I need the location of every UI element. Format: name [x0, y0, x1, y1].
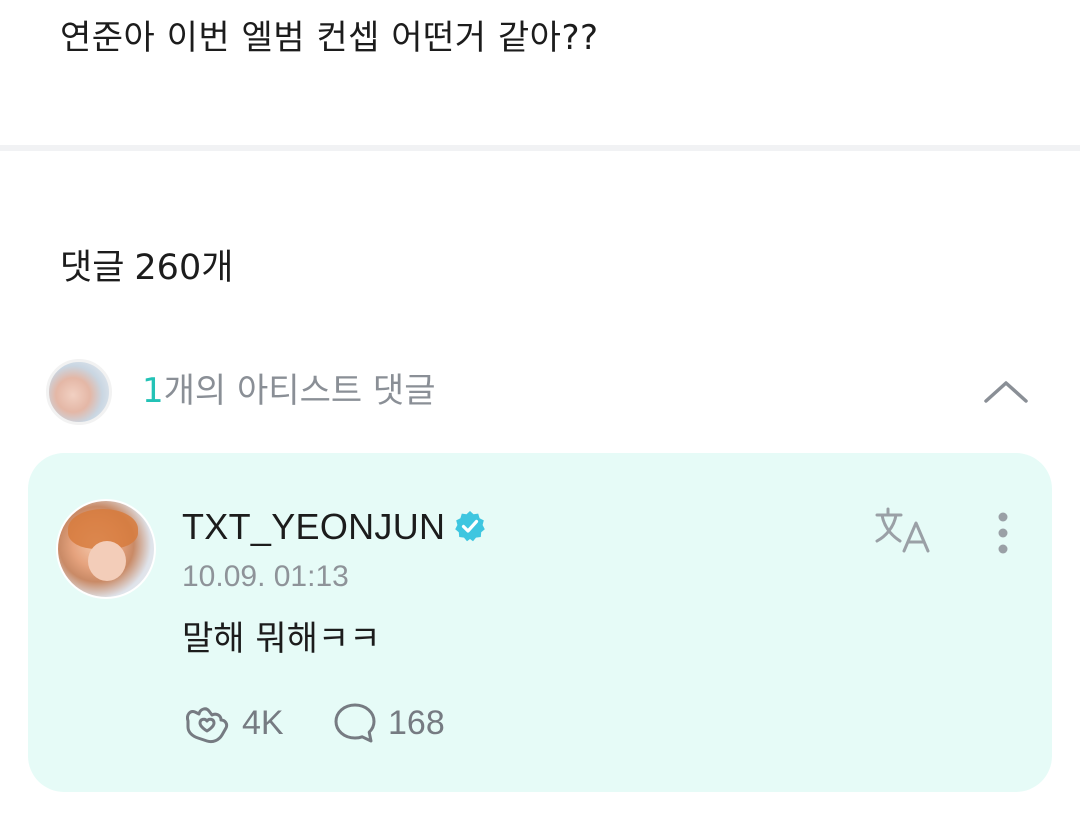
artist-comments-count: 1	[142, 371, 164, 411]
artist-comments-toggle[interactable]: 1개의 아티스트 댓글	[44, 357, 1044, 427]
reply-button[interactable]: 168	[332, 699, 445, 747]
heart-hand-icon	[186, 707, 229, 744]
translate-icon[interactable]	[874, 503, 934, 557]
comment-username[interactable]: TXT_YEONJUN	[182, 506, 445, 547]
reply-count: 168	[388, 703, 445, 742]
chevron-up-icon[interactable]	[980, 367, 1032, 415]
artist-comments-text: 개의 아티스트 댓글	[163, 371, 436, 411]
more-vertical-icon[interactable]	[988, 509, 1018, 557]
comment-timestamp: 10.09. 01:13	[182, 560, 349, 593]
like-count: 4K	[242, 703, 284, 742]
artist-comments-label: 1개의 아티스트 댓글	[142, 367, 436, 415]
avatar-face	[88, 541, 126, 581]
artist-comment-card: TXT_YEONJUN 10.09. 01:13 말해 뭐해ㅋㅋ 4K 168	[28, 453, 1052, 792]
like-button[interactable]: 4K	[182, 699, 284, 747]
post-text: 연준아 이번 엘범 컨셉 어떤거 같아??	[60, 18, 599, 58]
verified-badge-icon	[455, 511, 486, 542]
speech-bubble-icon	[334, 703, 376, 743]
comment-body: 말해 뭐해ㅋㅋ	[182, 619, 381, 659]
comments-count: 260개	[134, 248, 234, 288]
artist-mini-avatar	[46, 359, 112, 425]
user-avatar[interactable]	[56, 499, 156, 599]
section-divider	[0, 145, 1080, 151]
comment-username-row: TXT_YEONJUN	[182, 505, 487, 549]
comments-label: 댓글	[60, 248, 125, 288]
comments-count-heading: 댓글 260개	[60, 244, 233, 292]
